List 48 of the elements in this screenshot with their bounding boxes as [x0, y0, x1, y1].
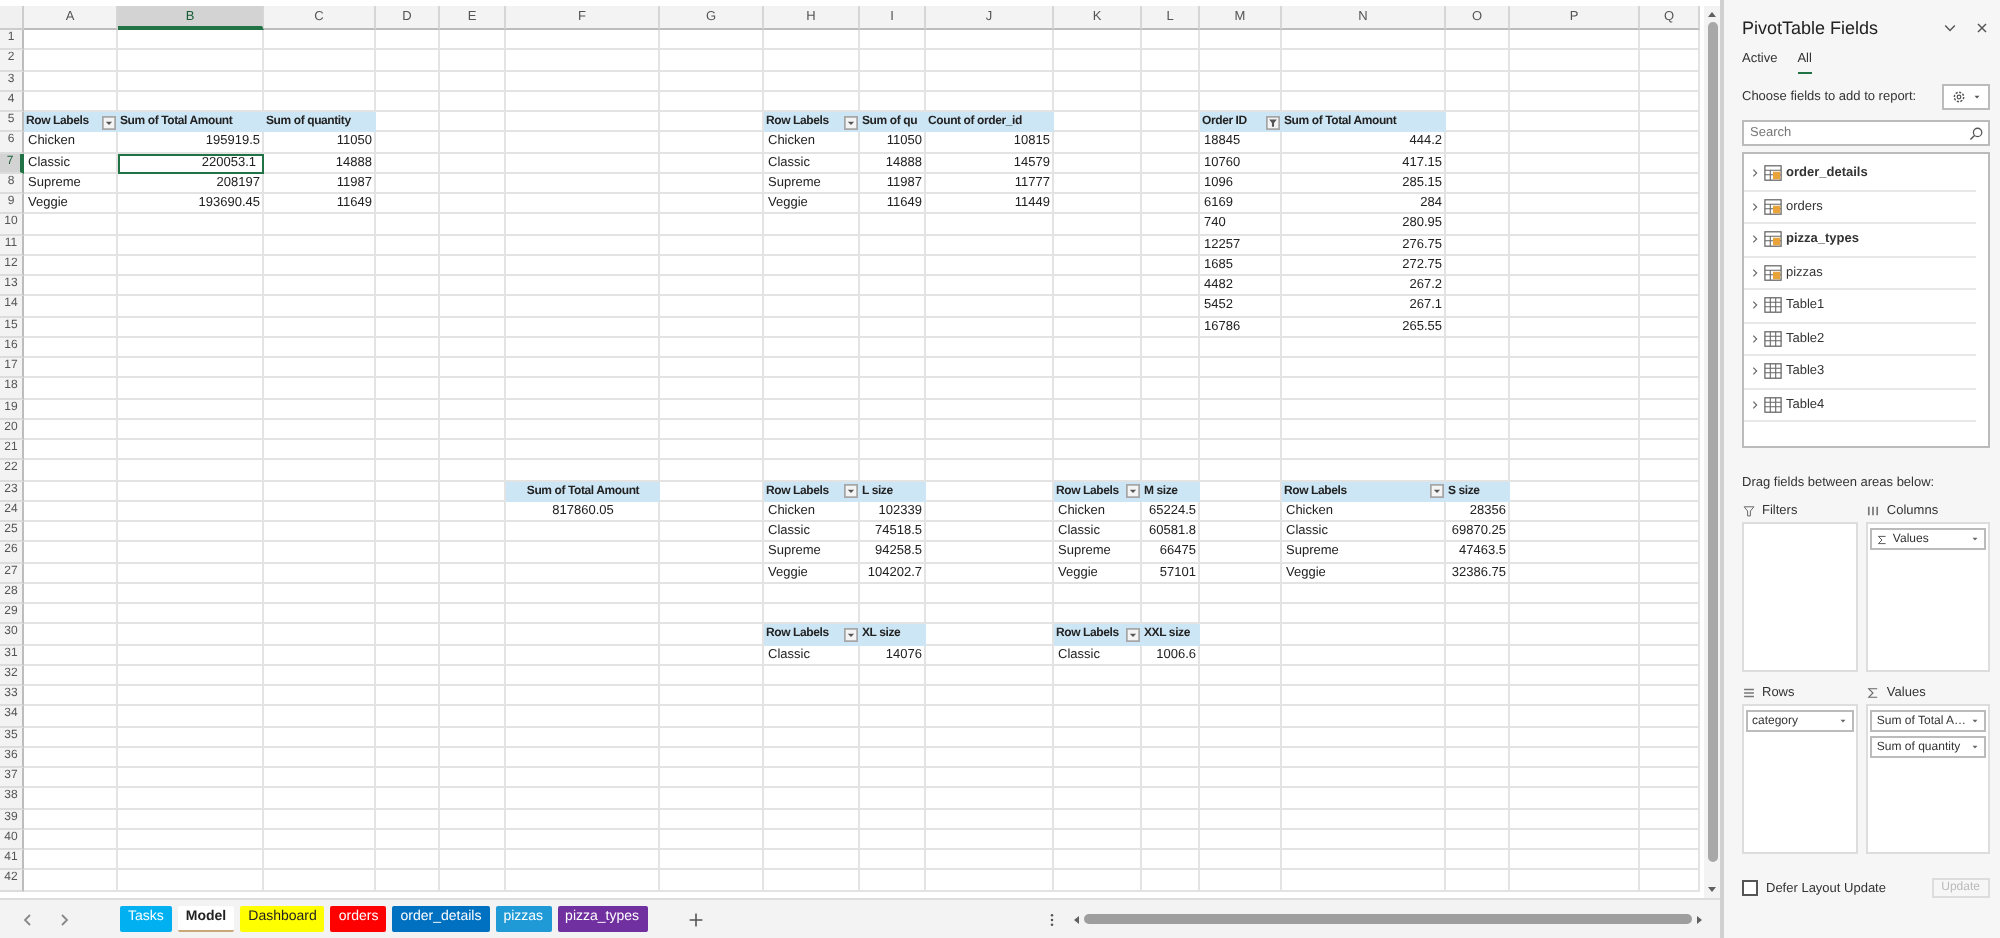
caret-icon [1970, 716, 1980, 726]
vertical-scrollbar[interactable] [1704, 6, 1720, 899]
caret-icon [1970, 742, 1980, 752]
data-table-icon [1764, 164, 1782, 183]
expand-icon[interactable] [1750, 300, 1760, 311]
expand-icon[interactable] [1750, 366, 1760, 377]
defer-update-checkbox[interactable] [1742, 880, 1758, 896]
horizontal-scrollbar[interactable] [1084, 914, 1692, 925]
caret-icon [1972, 91, 1982, 101]
caret-icon [1838, 716, 1849, 726]
expand-icon[interactable] [1750, 201, 1760, 212]
columns-icon [1866, 503, 1881, 517]
dropdown-icon[interactable] [1126, 627, 1140, 642]
table-icon [1764, 296, 1782, 315]
search-icon [1968, 125, 1984, 141]
expand-icon[interactable] [1750, 168, 1760, 179]
filter-icon[interactable] [1266, 115, 1280, 130]
expand-icon[interactable] [1750, 333, 1760, 344]
close-icon[interactable] [1974, 20, 1990, 36]
sigma-icon [1876, 533, 1889, 545]
previous-sheet-icon[interactable] [20, 911, 36, 928]
table-icon [1764, 362, 1782, 381]
more-icon[interactable] [1048, 911, 1056, 928]
expand-icon[interactable] [1750, 267, 1760, 278]
pane-title: PivotTable Fields [1742, 18, 1881, 38]
tools-button[interactable] [1942, 83, 1990, 109]
dropdown-icon[interactable] [844, 115, 858, 130]
table-icon [1764, 395, 1782, 414]
data-table-icon [1764, 263, 1782, 282]
dropdown-icon[interactable] [1126, 484, 1140, 499]
dropdown-icon[interactable] [102, 115, 116, 130]
table-icon [1764, 329, 1782, 348]
caret-icon [1970, 534, 1980, 544]
filter-icon [1742, 503, 1756, 517]
data-table-icon [1764, 197, 1782, 216]
expand-icon[interactable] [1750, 234, 1760, 245]
add-sheet-icon[interactable] [687, 911, 704, 928]
data-table-icon [1764, 230, 1782, 249]
dropdown-icon[interactable] [1430, 484, 1444, 499]
sigma-icon [1866, 685, 1881, 699]
chevron-down-icon[interactable] [1942, 20, 1958, 36]
dropdown-icon[interactable] [844, 484, 858, 499]
dropdown-icon[interactable] [844, 627, 858, 642]
expand-icon[interactable] [1750, 399, 1760, 410]
scroll-thumb[interactable] [1707, 22, 1717, 862]
next-sheet-icon[interactable] [56, 911, 72, 928]
gear-icon [1950, 87, 1968, 105]
rows-icon [1742, 685, 1756, 699]
